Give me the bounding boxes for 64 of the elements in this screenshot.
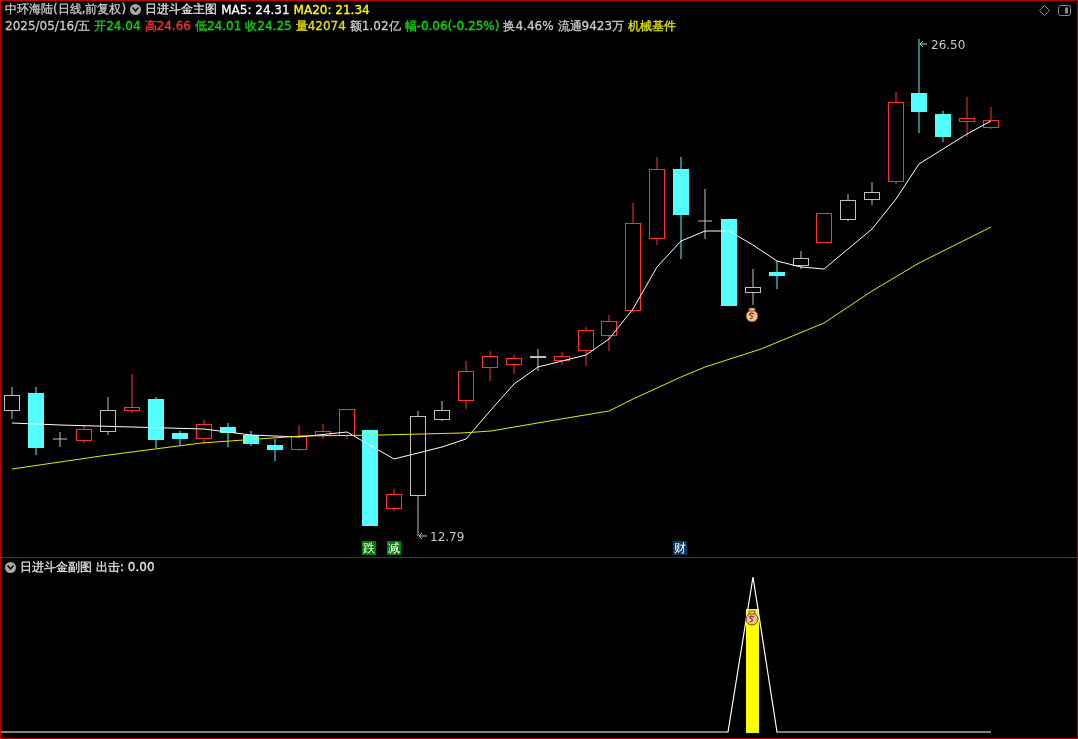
candlestick: [793, 250, 809, 270]
money-bag-icon: [745, 307, 759, 323]
indicator-name: 日进斗金主图: [145, 1, 218, 18]
candlestick: [530, 348, 546, 372]
signal-tag: 减: [387, 541, 401, 555]
quote-value: 2025/05/16/五: [5, 18, 91, 35]
candlestick: [267, 438, 283, 462]
candlestick: [458, 360, 474, 410]
quote-value: 机械基件: [628, 18, 677, 35]
candlestick: [386, 488, 402, 512]
candlestick: [864, 181, 880, 206]
ma5-value: MA5: 24.31: [221, 2, 290, 17]
candlestick: [434, 400, 450, 422]
candlestick: [816, 212, 832, 244]
dropdown-icon[interactable]: [130, 4, 142, 15]
candlestick: [482, 350, 498, 382]
quote-value: 换4.46%: [503, 18, 554, 35]
candlestick: [76, 424, 92, 444]
sub-indicator-name: 日进斗金副图: [20, 558, 92, 576]
arrow-icon: [919, 40, 928, 48]
candlestick: [220, 422, 236, 448]
high-price-label: 26.50: [931, 38, 966, 52]
candlestick: [28, 386, 44, 456]
stock-title: 中环海陆(日线,前复权): [5, 1, 127, 18]
panel-toggle-icon[interactable]: [1058, 5, 1071, 16]
signal-tag: 财: [673, 541, 687, 555]
candlestick: [291, 424, 307, 452]
candlestick: [697, 188, 713, 240]
diamond-icon[interactable]: [1039, 5, 1050, 16]
quote-value: 幅-0.06(-0.25%): [404, 18, 500, 35]
quote-value: 收24.25: [245, 18, 292, 35]
candlestick: [4, 386, 20, 420]
candlestick: [959, 96, 975, 138]
candlestick: [601, 314, 617, 352]
candlestick: [52, 431, 68, 448]
quote-value: 开24.04: [94, 18, 141, 35]
candlestick: [506, 354, 522, 375]
ma20-value: MA20: 21.34: [293, 2, 370, 17]
signal-tag: 跌: [362, 541, 376, 555]
candlestick: [840, 193, 856, 222]
candlestick: [745, 268, 761, 306]
money-bag-icon: [745, 610, 759, 626]
low-price-label: 12.79: [430, 530, 465, 544]
quote-value: 量42074: [295, 18, 346, 35]
candlestick: [243, 430, 259, 447]
candlestick: [100, 396, 116, 436]
candlestick: [578, 326, 594, 367]
arrow-icon: [418, 532, 428, 540]
candlestick: [935, 110, 951, 143]
candlestick: [769, 260, 785, 290]
candlestick: [339, 408, 355, 440]
candlestick: [172, 430, 188, 446]
candlestick: [315, 423, 331, 440]
candlestick: [196, 419, 212, 445]
dropdown-icon[interactable]: [5, 561, 16, 573]
quote-value: 低24.01: [194, 18, 242, 35]
candlestick: [124, 373, 140, 414]
candlestick: [554, 351, 570, 366]
candlestick: [983, 106, 999, 130]
candlestick: [148, 396, 164, 449]
sub-indicator-value: 出击: 0.00: [96, 558, 155, 576]
quote-value: 额1.02亿: [349, 18, 401, 35]
quote-value: 高24.66: [144, 18, 191, 35]
quote-value: 流通9423万: [557, 18, 625, 35]
